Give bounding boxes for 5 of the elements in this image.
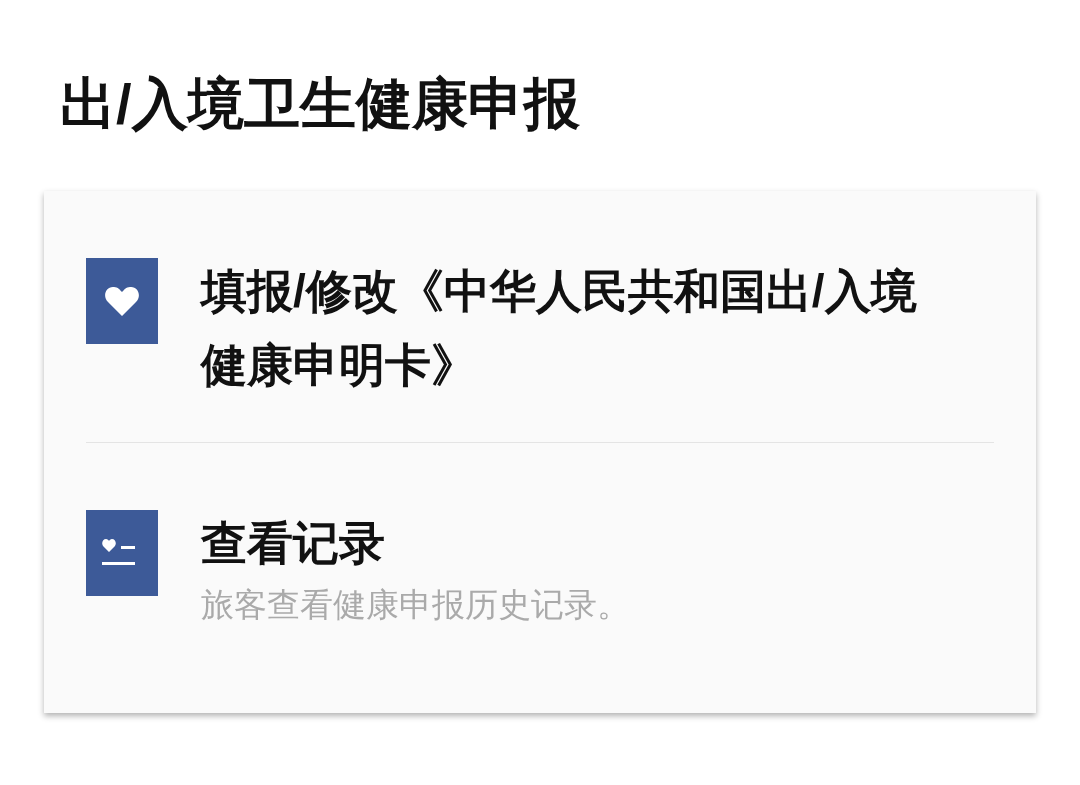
page-title: 出/入境卫生健康申报 bbox=[60, 71, 580, 137]
heart-icon bbox=[105, 286, 139, 316]
item-title[interactable]: 查看记录 bbox=[201, 506, 961, 580]
item-title[interactable]: 填报/修改《中华人民共和国出/入境健康申明卡》 bbox=[201, 254, 961, 402]
item-description: 旅客查看健康申报历史记录。 bbox=[201, 585, 631, 625]
